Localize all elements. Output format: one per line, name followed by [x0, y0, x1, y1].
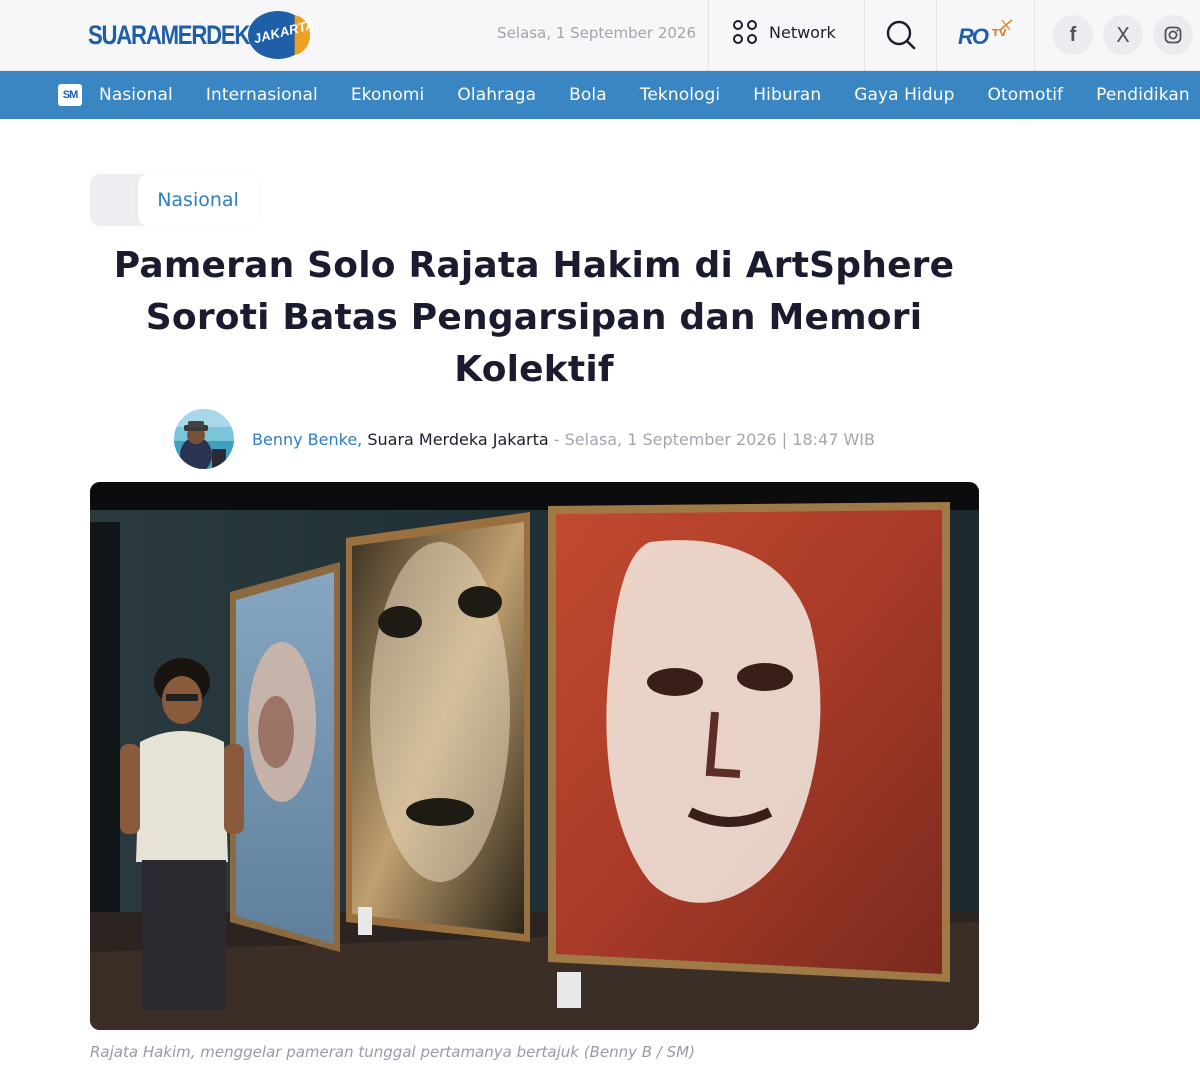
logo-text: SUARAMERDEKA [88, 19, 265, 50]
instagram-icon [1164, 26, 1182, 44]
byline-text: Benny Benke, Suara Merdeka Jakarta - Sel… [252, 430, 875, 449]
author-link[interactable]: Benny Benke, [252, 430, 362, 449]
site-logo[interactable]: SUARAMERDEKA JAKARTA [88, 10, 316, 60]
nav-item-nasional[interactable]: Nasional [99, 85, 173, 105]
nav-item-hiburan[interactable]: Hiburan [753, 85, 821, 105]
byline: Benny Benke, Suara Merdeka Jakarta - Sel… [174, 408, 875, 470]
photo-caption: Rajata Hakim, menggelar pameran tunggal … [90, 1043, 695, 1061]
nav-item-otomotif[interactable]: Otomotif [988, 85, 1064, 105]
nav-item-olahraga[interactable]: Olahraga [457, 85, 536, 105]
rotv-logo-text: RO [958, 24, 989, 49]
category-label: Nasional [157, 189, 239, 211]
author-avatar[interactable] [174, 409, 234, 469]
network-label: Network [769, 22, 836, 42]
nav-item-bola[interactable]: Bola [569, 85, 607, 105]
facebook-icon: f [1069, 23, 1077, 46]
divider [864, 0, 865, 70]
network-button[interactable]: Network [733, 20, 836, 44]
nav-item-ekonomi[interactable]: Ekonomi [351, 85, 425, 105]
photo-image [90, 482, 979, 1030]
avatar-image [174, 409, 234, 469]
divider [708, 0, 709, 70]
divider [1034, 0, 1035, 70]
logo-badge-text: JAKARTA [252, 16, 317, 47]
instagram-button[interactable] [1153, 15, 1193, 55]
article-title: Pameran Solo Rajata Hakim di ArtSphere S… [113, 245, 955, 390]
home-logo-text: SM [62, 89, 78, 101]
logo-badge: JAKARTA [248, 11, 316, 59]
home-logo-button[interactable]: SM [58, 84, 82, 106]
sparkle-icon [999, 19, 1013, 31]
divider [936, 0, 937, 70]
search-icon [886, 20, 916, 50]
network-grid-icon [733, 20, 757, 44]
nav-item-teknologi[interactable]: Teknologi [640, 85, 721, 105]
x-twitter-button[interactable]: X [1103, 15, 1143, 55]
header-date: Selasa, 1 September 2026 [497, 24, 696, 42]
main-nav: SM Nasional Internasional Ekonomi Olahra… [0, 71, 1200, 119]
category-tag: Nasional [90, 174, 258, 226]
search-button[interactable] [884, 18, 918, 52]
article-photo [90, 482, 979, 1030]
x-icon: X [1116, 23, 1130, 47]
outlet-name: Suara Merdeka Jakarta [362, 429, 549, 449]
facebook-button[interactable]: f [1053, 15, 1093, 55]
nav-items: Nasional Internasional Ekonomi Olahraga … [99, 71, 1200, 119]
publish-datetime: - Selasa, 1 September 2026 | 18:47 WIB [548, 429, 875, 449]
category-link[interactable]: Nasional [138, 174, 258, 226]
nav-item-internasional[interactable]: Internasional [206, 85, 318, 105]
nav-item-pendidikan[interactable]: Pendidikan [1096, 85, 1190, 105]
rotv-logo[interactable]: RO TV [956, 18, 1016, 54]
nav-item-gaya-hidup[interactable]: Gaya Hidup [854, 85, 954, 105]
top-header: SUARAMERDEKA JAKARTA Selasa, 1 September… [0, 0, 1200, 71]
